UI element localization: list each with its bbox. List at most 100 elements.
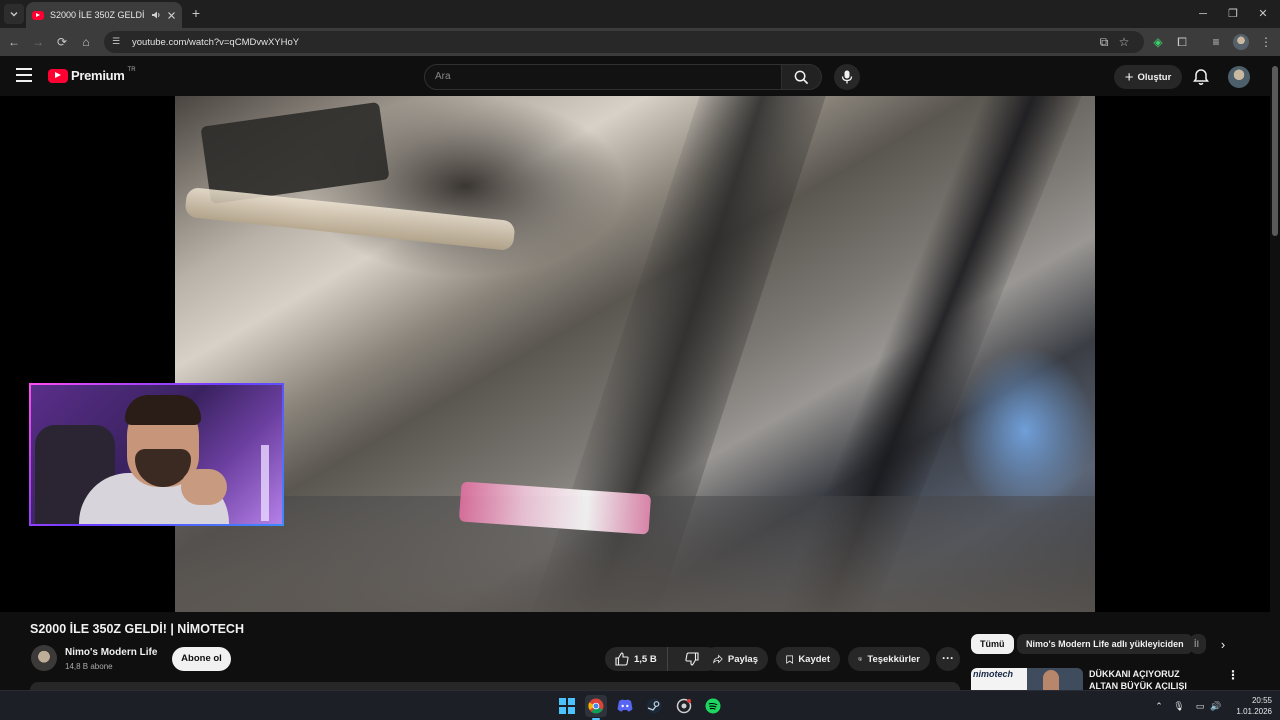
tray-volume-icon[interactable]: 🔊 (1209, 699, 1223, 713)
install-app-icon[interactable]: ⧉ (1094, 32, 1114, 52)
address-bar[interactable]: ☰ youtube.com/watch?v=qCMDvwXYHoY (104, 31, 1144, 53)
taskbar-app[interactable] (673, 695, 695, 717)
chevron-down-icon (10, 12, 18, 17)
clock-time: 20:55 (1251, 696, 1272, 705)
home-icon[interactable]: ⌂ (76, 32, 96, 52)
search-icon (794, 70, 809, 84)
clock-date: 1.01.2026 (1236, 707, 1272, 716)
discord-icon (617, 699, 633, 712)
plus-icon: + (1124, 68, 1134, 86)
subscriber-count: 14,8 B abone (65, 662, 113, 671)
logo-country: TR (127, 66, 136, 73)
related-video-menu-icon[interactable]: ⋮ (1226, 668, 1240, 684)
super-thanks-icon: $ (858, 656, 863, 662)
browser-menu-icon[interactable]: ⋮ (1256, 32, 1276, 52)
reload-icon[interactable]: ⟳ (52, 32, 72, 52)
video-content (184, 186, 516, 252)
taskbar-discord[interactable] (614, 695, 636, 717)
tab-search-button[interactable] (4, 4, 24, 24)
windows-logo-icon (559, 698, 575, 714)
share-label: Paylaş (727, 653, 758, 665)
close-window-icon[interactable]: ✕ (1253, 4, 1273, 24)
description-box[interactable] (30, 682, 960, 690)
chip-from-uploader[interactable]: Nimo's Modern Life adlı yükleyiciden (1017, 634, 1193, 654)
thumbs-up-icon (615, 652, 629, 666)
share-button[interactable]: Paylaş (703, 647, 768, 671)
speaker-icon[interactable] (151, 10, 161, 20)
video-frame[interactable] (175, 96, 1095, 612)
taskbar-steam[interactable] (643, 695, 665, 717)
youtube-play-icon (48, 68, 68, 83)
logo-word: Premium (71, 68, 125, 83)
channel-avatar[interactable] (31, 645, 57, 671)
extension-icon[interactable]: ◈ (1148, 32, 1168, 52)
channel-name[interactable]: Nimo's Modern Life (65, 647, 157, 658)
subscribe-button[interactable]: Abone ol (172, 647, 231, 671)
extensions-puzzle-icon[interactable]: ⧠ (1172, 32, 1192, 52)
browser-tab-strip: S2000 İLE 350Z GELDİ! | Nİ + ─ ❐ ✕ (0, 0, 1280, 28)
search-input[interactable]: Ara (424, 64, 782, 90)
voice-search-button[interactable] (834, 64, 860, 90)
new-tab-button[interactable]: + (188, 5, 204, 21)
webcam-content (125, 395, 201, 425)
taskbar-spotify[interactable] (702, 695, 724, 717)
tray-display-icon[interactable]: ▭ (1193, 699, 1207, 713)
site-info-icon[interactable]: ☰ (112, 36, 124, 48)
chip-partial[interactable]: İl (1190, 634, 1206, 654)
thumbnail-brand: nimotech (973, 669, 1014, 679)
reading-list-icon[interactable]: ≡ (1206, 32, 1226, 52)
hamburger-menu-icon[interactable] (16, 68, 32, 82)
restore-icon[interactable]: ❐ (1223, 4, 1243, 24)
page-scrollbar[interactable] (1270, 56, 1280, 696)
create-button[interactable]: + Oluştur (1114, 65, 1182, 89)
chrome-icon (588, 698, 604, 714)
minimize-icon[interactable]: ─ (1193, 4, 1213, 24)
video-content (200, 101, 390, 205)
bookmark-star-icon[interactable]: ☆ (1114, 32, 1134, 52)
related-video-thumbnail[interactable]: nimotech (971, 668, 1083, 690)
scrollbar-thumb[interactable] (1272, 66, 1278, 236)
thumbnail-person (1043, 670, 1059, 690)
spotify-icon (705, 698, 721, 714)
share-arrow-icon (713, 654, 723, 664)
chip-all[interactable]: Tümü (971, 634, 1014, 654)
app-icon (676, 698, 692, 714)
more-actions-button[interactable]: ··· (936, 647, 960, 671)
taskbar-chrome[interactable] (585, 695, 607, 720)
webcam-overlay (29, 383, 284, 526)
youtube-favicon-icon (32, 10, 44, 20)
webcam-content (261, 445, 269, 521)
close-tab-icon[interactable] (167, 11, 176, 20)
account-avatar[interactable] (1228, 66, 1250, 88)
like-count: 1,5 B (634, 653, 657, 665)
notifications-bell-icon[interactable] (1192, 68, 1210, 86)
url-text: youtube.com/watch?v=qCMDvwXYHoY (132, 36, 300, 48)
save-label: Kaydet (798, 653, 830, 665)
tab-title: S2000 İLE 350Z GELDİ! | Nİ (50, 10, 145, 20)
browser-toolbar: ← → ⟳ ⌂ ☰ youtube.com/watch?v=qCMDvwXYHo… (0, 28, 1280, 56)
save-button[interactable]: Kaydet (776, 647, 840, 671)
thanks-button[interactable]: $ Teşekkürler (848, 647, 930, 671)
microphone-icon (841, 70, 853, 84)
browser-tab[interactable]: S2000 İLE 350Z GELDİ! | Nİ (26, 2, 182, 28)
profile-avatar[interactable] (1233, 34, 1249, 50)
video-content (955, 346, 1095, 516)
video-title: S2000 İLE 350Z GELDİ! | NİMOTECH (30, 622, 244, 636)
search-button[interactable] (782, 64, 822, 90)
back-arrow-icon[interactable]: ← (4, 32, 24, 52)
tray-overflow-icon[interactable]: ⌃ (1152, 699, 1166, 713)
create-label: Oluştur (1137, 71, 1172, 83)
youtube-header: Premium TR Ara + Oluştur (0, 56, 1270, 96)
like-button[interactable]: 1,5 B (605, 647, 668, 671)
tray-mic-icon[interactable]: 🎙 (1172, 699, 1186, 713)
forward-arrow-icon[interactable]: → (28, 32, 48, 52)
clock[interactable]: 20:55 1.01.2026 (1236, 695, 1272, 717)
youtube-logo[interactable]: Premium TR (48, 66, 136, 83)
start-button[interactable] (556, 695, 578, 717)
steam-icon (646, 698, 662, 714)
related-video-title[interactable]: DÜKKANI AÇIYORUZ ALTAN BÜYÜK AÇILIŞI BÖL… (1089, 668, 1209, 690)
video-player[interactable] (0, 96, 1270, 612)
chevron-right-icon[interactable]: › (1214, 636, 1232, 654)
windows-taskbar: ⌃ 🎙 ▭ 🔊 20:55 1.01.2026 (0, 690, 1280, 720)
like-dislike-group: 1,5 B (605, 647, 719, 671)
